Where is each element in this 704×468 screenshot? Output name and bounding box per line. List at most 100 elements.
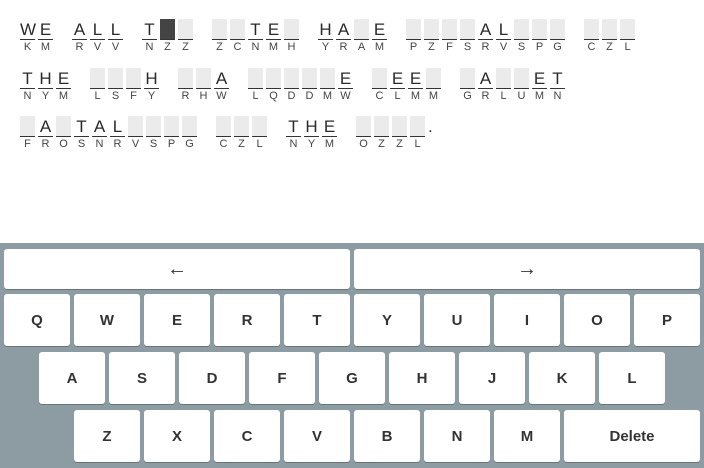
letter-cell[interactable]: L [620, 19, 636, 57]
plain-letter-slot[interactable] [212, 19, 227, 40]
letter-cell[interactable]: AR [72, 19, 88, 57]
key-c[interactable]: C [214, 410, 280, 462]
letter-cell[interactable]: Z [392, 116, 408, 154]
plain-letter-slot[interactable] [182, 116, 197, 137]
plain-letter-slot[interactable]: E [322, 116, 337, 137]
plain-letter-slot[interactable] [248, 68, 263, 89]
plain-letter-slot[interactable] [126, 68, 141, 89]
letter-cell[interactable]: A [354, 19, 370, 57]
key-t[interactable]: T [284, 294, 350, 346]
letter-cell[interactable]: F [442, 19, 458, 57]
letter-cell[interactable]: G [550, 19, 566, 57]
letter-cell[interactable]: TN [286, 116, 302, 154]
letter-cell[interactable]: EM [372, 19, 388, 57]
letter-cell[interactable]: WK [20, 19, 36, 57]
key-s[interactable]: S [109, 352, 175, 404]
plain-letter-slot[interactable] [514, 68, 529, 89]
key-g[interactable]: G [319, 352, 385, 404]
letter-cell[interactable]: R [178, 68, 194, 106]
plain-letter-slot[interactable] [178, 68, 193, 89]
letter-cell[interactable]: P [164, 116, 180, 154]
letter-cell[interactable]: L [252, 116, 268, 154]
letter-cell[interactable]: L [410, 116, 426, 154]
letter-cell[interactable]: TS [74, 116, 90, 154]
letter-cell[interactable]: S [108, 68, 124, 106]
letter-cell[interactable]: AR [38, 116, 54, 154]
letter-cell[interactable]: L [496, 68, 512, 106]
letter-cell[interactable]: Z [374, 116, 390, 154]
letter-cell[interactable]: EW [338, 68, 354, 106]
plain-letter-slot[interactable] [284, 19, 299, 40]
plain-letter-slot[interactable]: E [372, 19, 387, 40]
letter-cell[interactable]: G [182, 116, 198, 154]
key-i[interactable]: I [494, 294, 560, 346]
key-b[interactable]: B [354, 410, 420, 462]
plain-letter-slot[interactable]: H [304, 116, 319, 137]
key-x[interactable]: X [144, 410, 210, 462]
plain-letter-slot[interactable] [584, 19, 599, 40]
plain-letter-slot[interactable] [406, 19, 421, 40]
plain-letter-slot[interactable] [108, 68, 123, 89]
letter-cell[interactable]: LR [110, 116, 126, 154]
letter-cell[interactable]: AR [478, 19, 494, 57]
plain-letter-slot[interactable] [460, 68, 475, 89]
plain-letter-slot[interactable]: A [72, 19, 87, 40]
letter-cell[interactable]: C [230, 19, 246, 57]
plain-letter-slot[interactable]: T [248, 19, 263, 40]
key-f[interactable]: F [249, 352, 315, 404]
letter-cell[interactable]: L [248, 68, 264, 106]
letter-cell[interactable]: HY [38, 68, 54, 106]
letter-cell[interactable]: F [126, 68, 142, 106]
letter-cell[interactable]: H [196, 68, 212, 106]
key-w[interactable]: W [74, 294, 140, 346]
plain-letter-slot[interactable]: A [336, 19, 351, 40]
plain-letter-slot[interactable] [164, 116, 179, 137]
letter-cell[interactable]: AR [478, 68, 494, 106]
plain-letter-slot[interactable]: E [408, 68, 423, 89]
key-v[interactable]: V [284, 410, 350, 462]
plain-letter-slot[interactable]: E [38, 19, 53, 40]
letter-cell[interactable]: S [460, 19, 476, 57]
key-h[interactable]: H [389, 352, 455, 404]
letter-cell[interactable]: D [284, 68, 300, 106]
plain-letter-slot[interactable] [146, 116, 161, 137]
plain-letter-slot[interactable]: T [20, 68, 35, 89]
plain-letter-slot[interactable]: A [214, 68, 229, 89]
letter-cell[interactable]: O [356, 116, 372, 154]
letter-cell[interactable]: EM [266, 19, 282, 57]
key-p[interactable]: P [634, 294, 700, 346]
letter-cell[interactable]: EM [56, 68, 72, 106]
plain-letter-slot[interactable] [20, 116, 35, 137]
plain-letter-slot[interactable]: A [92, 116, 107, 137]
letter-cell[interactable]: HY [304, 116, 320, 154]
letter-cell[interactable]: Z [178, 19, 194, 57]
plain-letter-slot[interactable] [90, 68, 105, 89]
plain-letter-slot[interactable]: H [144, 68, 159, 89]
letter-cell[interactable]: M [426, 68, 442, 106]
plain-letter-slot[interactable] [320, 68, 335, 89]
key-y[interactable]: Y [354, 294, 420, 346]
plain-letter-slot[interactable]: E [56, 68, 71, 89]
plain-letter-slot[interactable] [56, 116, 71, 137]
letter-cell[interactable]: EM [322, 116, 338, 154]
letter-cell[interactable]: S [514, 19, 530, 57]
letter-cell[interactable]: HY [318, 19, 334, 57]
letter-cell[interactable]: V [128, 116, 144, 154]
letter-cell[interactable]: M [320, 68, 336, 106]
plain-letter-slot[interactable]: T [286, 116, 301, 137]
plain-letter-slot[interactable] [160, 19, 175, 40]
letter-cell[interactable]: O [56, 116, 72, 154]
plain-letter-slot[interactable] [372, 68, 387, 89]
letter-cell[interactable]: EM [532, 68, 548, 106]
delete-key[interactable]: Delete [564, 410, 700, 462]
letter-cell[interactable]: Q [266, 68, 282, 106]
letter-cell[interactable]: AW [214, 68, 230, 106]
letter-cell[interactable]: Z [160, 19, 176, 57]
letter-cell[interactable]: EL [390, 68, 406, 106]
plain-letter-slot[interactable]: T [74, 116, 89, 137]
plain-letter-slot[interactable] [284, 68, 299, 89]
key-a[interactable]: A [39, 352, 105, 404]
plain-letter-slot[interactable] [460, 19, 475, 40]
plain-letter-slot[interactable]: L [90, 19, 105, 40]
plain-letter-slot[interactable]: A [478, 19, 493, 40]
